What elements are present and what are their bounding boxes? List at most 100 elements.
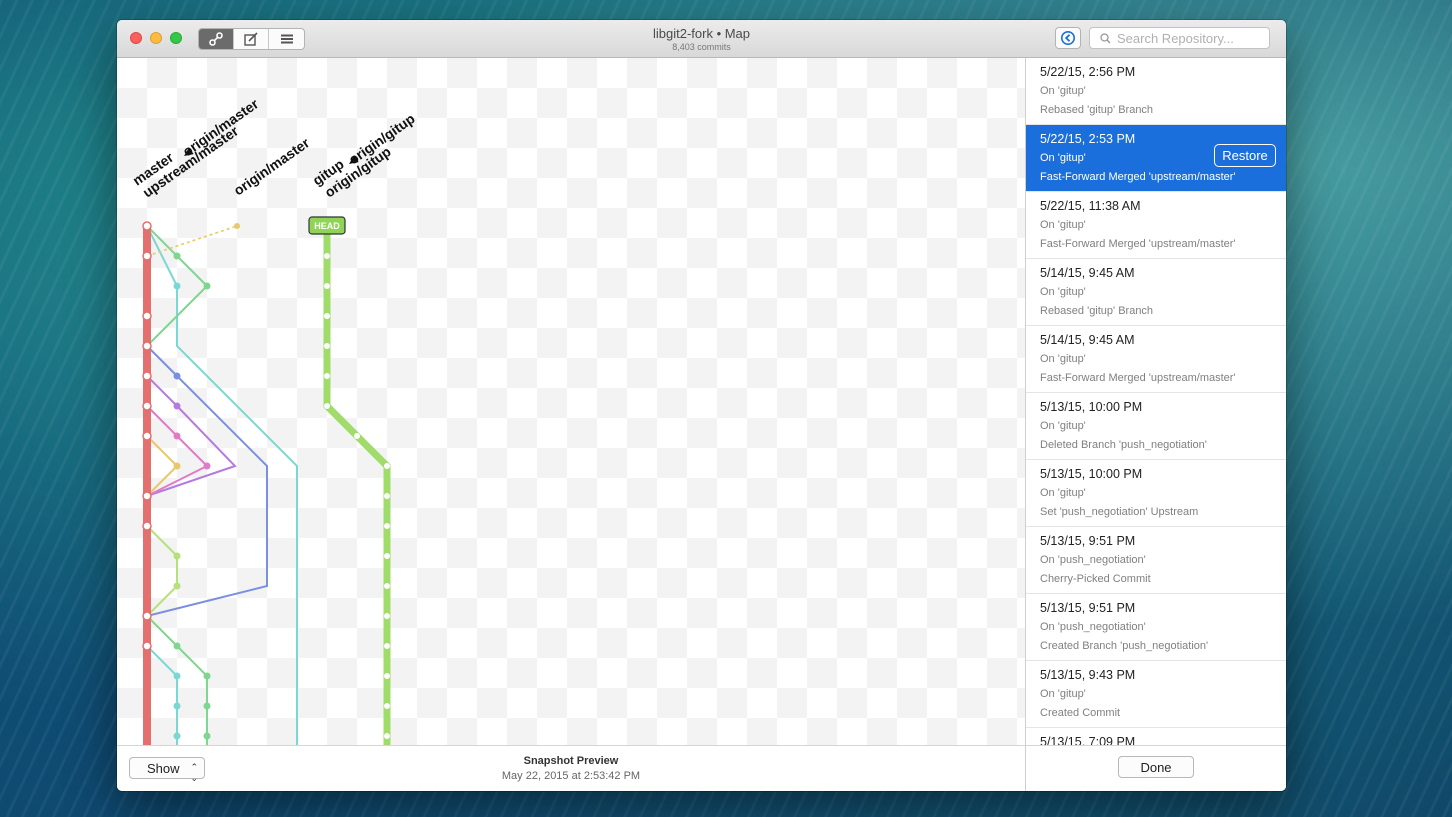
snapshot-preview-date: May 22, 2015 at 2:53:42 PM — [501, 770, 641, 782]
snapshot-date: 5/14/15, 9:45 AM — [1040, 266, 1135, 280]
branch-line-purple — [146, 375, 237, 497]
commit-node[interactable] — [384, 703, 390, 709]
snapshot-branch: On 'gitup' — [1040, 688, 1086, 700]
commit-node[interactable] — [203, 462, 211, 470]
commit-node[interactable] — [384, 673, 390, 679]
snapshot-branch: On 'gitup' — [1040, 420, 1086, 432]
commit-node[interactable] — [173, 462, 181, 470]
snapshot-date: 5/22/15, 2:56 PM — [1040, 65, 1136, 79]
commit-node[interactable] — [142, 341, 152, 351]
snapshot-branch: On 'gitup' — [1040, 353, 1086, 365]
snapshot-date: 5/22/15, 11:38 AM — [1040, 199, 1141, 213]
commit-node[interactable] — [203, 282, 211, 290]
snapshot-row[interactable]: 5/13/15, 7:09 PM — [1026, 728, 1286, 745]
head-badge[interactable]: HEAD — [308, 216, 346, 235]
commit-node[interactable] — [354, 433, 360, 439]
commit-node[interactable] — [324, 283, 330, 289]
map-bottom-bar: Show ⌃ ⌄ Snapshot Preview May 22, 2015 at… — [117, 745, 1025, 791]
commit-node[interactable] — [384, 553, 390, 559]
snapshot-row[interactable]: 5/13/15, 9:51 PM On 'push_negotiation' C… — [1026, 594, 1286, 661]
titlebar: libgit2-fork • Map 8,403 commits — [117, 20, 1286, 58]
commit-map[interactable]: HEAD master origin/master upstream/maste… — [117, 58, 1025, 745]
commit-node[interactable] — [384, 493, 390, 499]
commit-node[interactable] — [234, 223, 240, 229]
snapshot-action: Cherry-Picked Commit — [1040, 573, 1151, 585]
search-field[interactable] — [1089, 27, 1270, 49]
commit-node[interactable] — [173, 732, 181, 740]
commit-node[interactable] — [173, 582, 181, 590]
snapshot-date: 5/13/15, 7:09 PM — [1040, 735, 1136, 745]
commit-node[interactable] — [142, 221, 152, 231]
commit-graph[interactable]: HEAD master origin/master upstream/maste… — [117, 58, 1025, 745]
commit-node[interactable] — [173, 252, 181, 260]
app-window: libgit2-fork • Map 8,403 commits Search … — [117, 20, 1286, 791]
snapshot-action: Rebased 'gitup' Branch — [1040, 305, 1154, 317]
commit-node[interactable] — [142, 641, 152, 651]
snapshot-row[interactable]: 5/13/15, 9:51 PM On 'push_negotiation' C… — [1026, 527, 1286, 594]
snapshot-row[interactable]: 5/13/15, 10:00 PM On 'gitup' Deleted Bra… — [1026, 393, 1286, 460]
head-badge-label: HEAD — [314, 221, 340, 231]
commit-node[interactable] — [142, 311, 152, 321]
branch-line-blue — [146, 345, 268, 617]
snapshot-action: Created Commit — [1040, 707, 1121, 719]
snapshot-preview-title: Snapshot Preview — [523, 755, 619, 767]
snapshot-date: 5/14/15, 9:45 AM — [1040, 333, 1135, 347]
snapshot-action: Fast-Forward Merged 'upstream/master' — [1040, 171, 1236, 183]
snapshot-row[interactable]: 5/13/15, 10:00 PM On 'gitup' Set 'push_n… — [1026, 460, 1286, 527]
done-button[interactable]: Done — [1118, 756, 1194, 778]
snapshot-action: Created Branch 'push_negotiation' — [1040, 640, 1209, 652]
commit-node[interactable] — [173, 552, 181, 560]
commit-node[interactable] — [173, 672, 181, 680]
commit-node[interactable] — [203, 702, 211, 710]
snapshot-action: Rebased 'gitup' Branch — [1040, 104, 1154, 116]
commit-node[interactable] — [173, 432, 181, 440]
commit-node[interactable] — [384, 523, 390, 529]
commit-node[interactable] — [142, 431, 152, 441]
commit-node[interactable] — [173, 702, 181, 710]
snapshot-date: 5/13/15, 9:51 PM — [1040, 534, 1136, 548]
commit-node[interactable] — [203, 732, 211, 740]
search-input[interactable] — [1117, 30, 1267, 46]
snapshot-date: 5/13/15, 9:43 PM — [1040, 668, 1136, 682]
snapshot-row[interactable]: 5/14/15, 9:45 AM On 'gitup' Rebased 'git… — [1026, 259, 1286, 326]
restore-button[interactable]: Restore — [1214, 144, 1276, 167]
commit-node[interactable] — [324, 403, 330, 409]
commit-node[interactable] — [142, 401, 152, 411]
snapshot-action: Deleted Branch 'push_negotiation' — [1040, 439, 1207, 451]
commit-node[interactable] — [142, 491, 152, 501]
branch-commit-nodes — [173, 223, 240, 740]
commit-node[interactable] — [173, 402, 181, 410]
commit-node[interactable] — [142, 611, 152, 621]
commit-node[interactable] — [324, 373, 330, 379]
commit-node[interactable] — [173, 642, 181, 650]
origin-master-dashed-link — [146, 225, 238, 257]
commit-node[interactable] — [324, 343, 330, 349]
commit-node[interactable] — [384, 463, 390, 469]
commit-node[interactable] — [384, 613, 390, 619]
commit-node[interactable] — [384, 583, 390, 589]
snapshots-toggle-button[interactable] — [1055, 27, 1081, 49]
snapshot-row[interactable]: 5/22/15, 11:38 AM On 'gitup' Fast-Forwar… — [1026, 192, 1286, 259]
commit-node[interactable] — [384, 643, 390, 649]
snapshot-row[interactable]: 5/13/15, 9:43 PM On 'gitup' Created Comm… — [1026, 661, 1286, 728]
commit-node[interactable] — [384, 733, 390, 739]
snapshot-row[interactable]: 5/22/15, 2:56 PM On 'gitup' Rebased 'git… — [1026, 58, 1286, 125]
commit-node[interactable] — [173, 282, 181, 290]
ref-label-origin-master[interactable]: origin/master — [231, 134, 313, 198]
commit-node[interactable] — [142, 371, 152, 381]
snapshot-branch: On 'gitup' — [1040, 286, 1086, 298]
commit-node[interactable] — [324, 253, 330, 259]
snapshot-row[interactable]: 5/14/15, 9:45 AM On 'gitup' Fast-Forward… — [1026, 326, 1286, 393]
snapshot-branch: On 'gitup' — [1040, 219, 1086, 231]
gitup-branch-line — [323, 226, 391, 745]
commit-node[interactable] — [142, 251, 152, 261]
search-icon — [1100, 32, 1111, 43]
snapshot-row-selected[interactable]: 5/22/15, 2:53 PM On 'gitup' Fast-Forward… — [1026, 125, 1286, 192]
snapshots-list[interactable]: 5/22/15, 2:56 PM On 'gitup' Rebased 'git… — [1025, 58, 1286, 745]
history-icon — [1061, 31, 1075, 45]
commit-node[interactable] — [173, 372, 181, 380]
commit-node[interactable] — [324, 313, 330, 319]
commit-node[interactable] — [142, 521, 152, 531]
snapshot-date: 5/13/15, 10:00 PM — [1040, 467, 1143, 481]
commit-node[interactable] — [203, 672, 211, 680]
